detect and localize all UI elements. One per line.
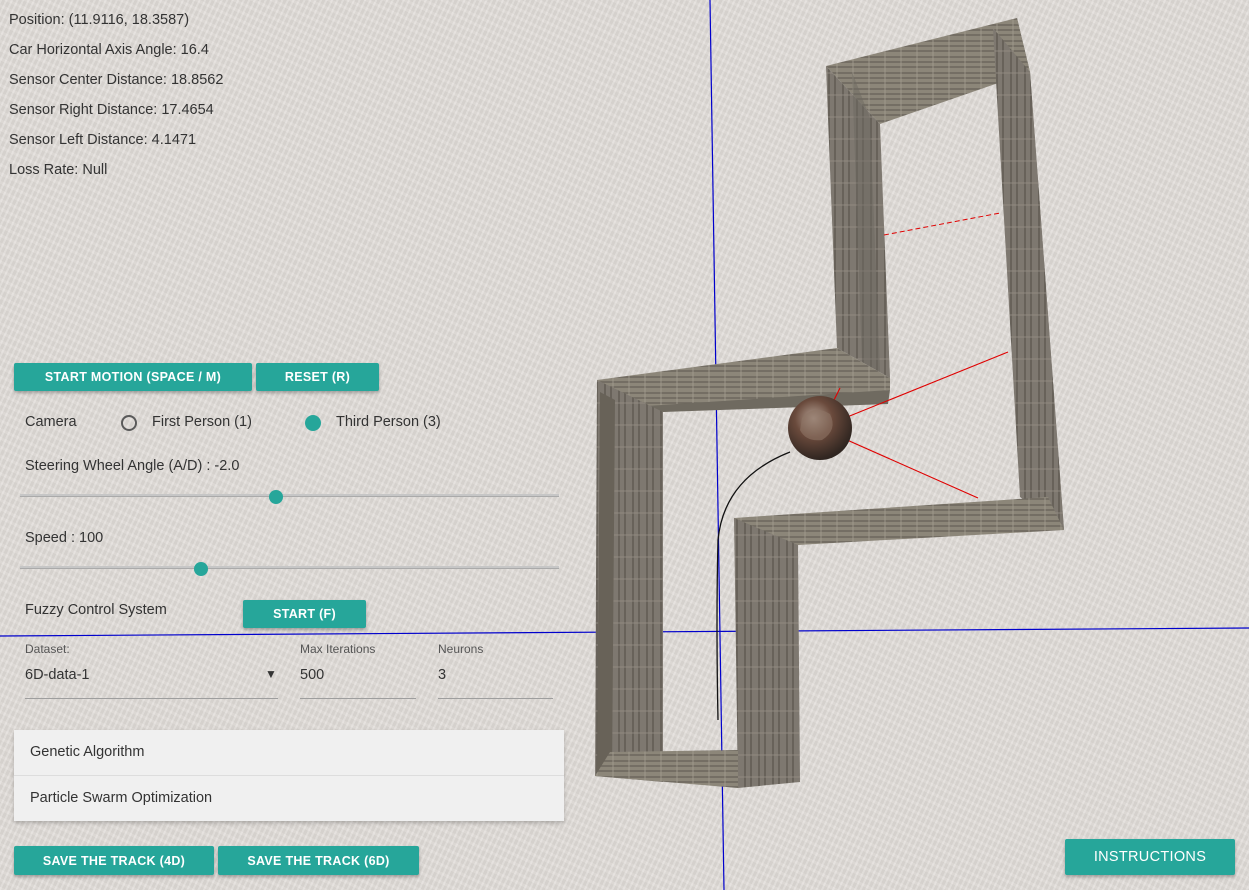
dropdown-caret-icon[interactable]: ▼ <box>265 667 277 681</box>
first-person-radio[interactable] <box>121 415 137 431</box>
speed-slider-track[interactable] <box>20 566 559 569</box>
reset-button[interactable]: RESET (R) <box>256 363 379 391</box>
neurons-label: Neurons <box>438 642 484 656</box>
neurons-underline <box>438 698 553 699</box>
wall-bottom <box>595 750 738 788</box>
sensor-right-readout: Sensor Right Distance: 17.4654 <box>9 102 214 118</box>
third-person-label[interactable]: Third Person (3) <box>336 414 441 430</box>
position-readout: Position: (11.9116, 18.3587) <box>9 12 190 28</box>
iterations-label: Max Iterations <box>300 642 376 656</box>
save-track-4d-button[interactable]: SAVE THE TRACK (4D) <box>14 846 214 875</box>
loss-rate-readout: Loss Rate: Null <box>9 162 108 178</box>
steering-slider-thumb[interactable] <box>269 490 283 504</box>
steering-slider-track[interactable] <box>20 494 559 497</box>
speed-label: Speed : 100 <box>25 530 104 546</box>
start-motion-button[interactable]: START MOTION (SPACE / M) <box>14 363 252 391</box>
angle-readout: Car Horizontal Axis Angle: 16.4 <box>9 42 209 58</box>
fuzzy-label: Fuzzy Control System <box>25 602 167 618</box>
wall-right <box>993 28 1064 530</box>
algorithm-list: Genetic Algorithm Particle Swarm Optimiz… <box>14 730 564 821</box>
wall-lower-right <box>734 497 1064 545</box>
iterations-input[interactable]: 500 <box>300 667 324 683</box>
genetic-algorithm-item[interactable]: Genetic Algorithm <box>14 730 564 776</box>
dataset-select[interactable]: 6D-data-1 <box>25 667 89 683</box>
dataset-label: Dataset: <box>25 642 70 656</box>
steering-label: Steering Wheel Angle (A/D) : -2.0 <box>25 458 240 474</box>
finish-line <box>883 212 1001 236</box>
fuzzy-start-button[interactable]: START (F) <box>243 600 366 628</box>
save-track-6d-button[interactable]: SAVE THE TRACK (6D) <box>218 846 419 875</box>
sensor-center-readout: Sensor Center Distance: 18.8562 <box>9 72 224 88</box>
camera-label: Camera <box>25 414 77 430</box>
instructions-button[interactable]: INSTRUCTIONS <box>1065 839 1235 875</box>
speed-slider-thumb[interactable] <box>194 562 208 576</box>
wall-lower-middle <box>734 518 800 788</box>
pso-item[interactable]: Particle Swarm Optimization <box>14 776 564 821</box>
neurons-input[interactable]: 3 <box>438 667 446 683</box>
iterations-underline <box>300 698 416 699</box>
dataset-underline <box>25 698 278 699</box>
first-person-label[interactable]: First Person (1) <box>152 414 252 430</box>
third-person-radio[interactable] <box>305 415 321 431</box>
sensor-left-readout: Sensor Left Distance: 4.1471 <box>9 132 197 148</box>
